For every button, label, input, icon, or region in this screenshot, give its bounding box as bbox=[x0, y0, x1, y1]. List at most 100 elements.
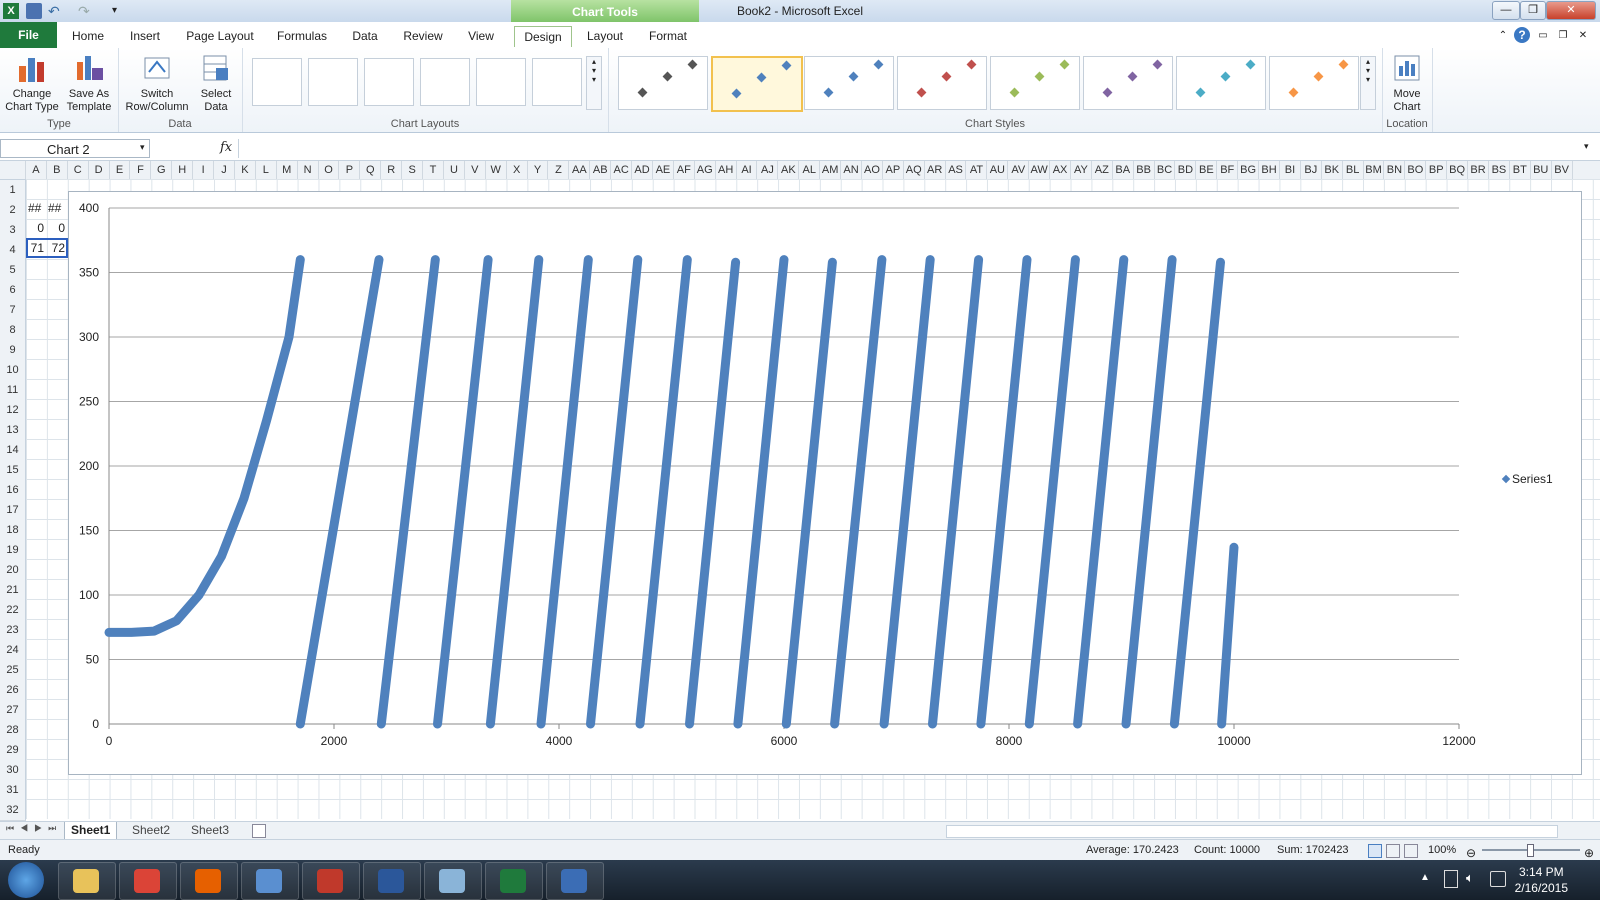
taskbar-notepad-button[interactable] bbox=[424, 862, 482, 900]
layout-thumb-3[interactable] bbox=[364, 58, 414, 106]
layouts-gallery-scroll[interactable]: ▴ ▾ ▾ bbox=[586, 56, 602, 110]
row-header[interactable]: 18 bbox=[0, 520, 26, 541]
formula-input[interactable] bbox=[238, 139, 1579, 158]
taskbar-chrome-button[interactable] bbox=[119, 862, 177, 900]
column-header[interactable]: G bbox=[151, 161, 173, 179]
row-header[interactable]: 14 bbox=[0, 440, 26, 461]
column-header[interactable]: AE bbox=[653, 161, 674, 179]
tab-layout[interactable]: Layout bbox=[582, 26, 628, 46]
tab-data[interactable]: Data bbox=[348, 26, 382, 46]
column-header[interactable]: X bbox=[507, 161, 528, 179]
column-header[interactable]: A bbox=[26, 161, 47, 179]
column-header[interactable]: C bbox=[68, 161, 89, 179]
row-header[interactable]: 9 bbox=[0, 340, 26, 361]
row-header[interactable]: 27 bbox=[0, 700, 26, 721]
chart-style-thumb[interactable] bbox=[711, 56, 803, 112]
taskbar-explorer-button[interactable] bbox=[58, 862, 116, 900]
column-header[interactable]: AL bbox=[799, 161, 821, 179]
show-hidden-icons[interactable]: ▲ bbox=[1420, 872, 1430, 883]
layout-thumb-4[interactable] bbox=[420, 58, 470, 106]
column-header[interactable]: K bbox=[235, 161, 256, 179]
restore-button[interactable]: ❐ bbox=[1520, 1, 1546, 20]
column-header[interactable]: AJ bbox=[758, 161, 779, 179]
workbook-minimize-icon[interactable]: ▭ bbox=[1536, 26, 1550, 46]
column-header[interactable]: AH bbox=[716, 161, 737, 179]
layout-thumb-5[interactable] bbox=[476, 58, 526, 106]
chart-style-thumb[interactable] bbox=[804, 56, 894, 110]
column-header[interactable]: BB bbox=[1134, 161, 1155, 179]
sheet-tab-sheet3[interactable]: Sheet3 bbox=[185, 822, 235, 839]
workbook-restore-icon[interactable]: ❐ bbox=[1556, 26, 1570, 46]
select-data-button[interactable]: Select Data bbox=[194, 52, 238, 114]
layout-thumb-6[interactable] bbox=[532, 58, 582, 106]
column-header[interactable]: AT bbox=[967, 161, 988, 179]
row-header[interactable]: 21 bbox=[0, 580, 26, 601]
tab-insert[interactable]: Insert bbox=[124, 26, 166, 46]
column-header[interactable]: BV bbox=[1552, 161, 1573, 179]
row-header[interactable]: 17 bbox=[0, 500, 26, 521]
column-header[interactable]: U bbox=[444, 161, 465, 179]
row-header[interactable]: 25 bbox=[0, 660, 26, 681]
column-header[interactable]: BS bbox=[1489, 161, 1510, 179]
row-header[interactable]: 29 bbox=[0, 740, 26, 761]
column-header[interactable]: AB bbox=[590, 161, 612, 179]
tab-formulas[interactable]: Formulas bbox=[274, 26, 330, 46]
column-header[interactable]: AZ bbox=[1092, 161, 1113, 179]
row-header[interactable]: 20 bbox=[0, 560, 26, 581]
row-header[interactable]: 32 bbox=[0, 800, 26, 821]
taskbar-clock[interactable]: 3:14 PM 2/16/2015 bbox=[1515, 864, 1568, 896]
column-header[interactable]: AC bbox=[611, 161, 633, 179]
row-header[interactable]: 31 bbox=[0, 780, 26, 801]
column-header[interactable]: AS bbox=[946, 161, 967, 179]
row-header[interactable]: 6 bbox=[0, 280, 26, 301]
row-header[interactable]: 12 bbox=[0, 400, 26, 421]
column-header[interactable]: F bbox=[131, 161, 152, 179]
layout-thumb-1[interactable] bbox=[252, 58, 302, 106]
column-header[interactable]: H bbox=[172, 161, 194, 179]
taskbar-firefox-button[interactable] bbox=[180, 862, 238, 900]
zoom-slider-thumb[interactable] bbox=[1527, 844, 1534, 857]
cell-a3[interactable]: 0 bbox=[26, 221, 44, 235]
help-icon[interactable]: ? bbox=[1514, 27, 1530, 43]
row-header[interactable]: 16 bbox=[0, 480, 26, 501]
name-box-dropdown-icon[interactable]: ▾ bbox=[140, 142, 145, 153]
column-header[interactable]: BH bbox=[1259, 161, 1280, 179]
zoom-level[interactable]: 100% bbox=[1428, 840, 1456, 860]
chart-style-thumb[interactable] bbox=[1269, 56, 1359, 110]
column-header[interactable]: AP bbox=[883, 161, 904, 179]
column-header[interactable]: AW bbox=[1029, 161, 1051, 179]
chart-style-thumb[interactable] bbox=[897, 56, 987, 110]
chart-style-thumb[interactable] bbox=[618, 56, 708, 110]
row-header[interactable]: 7 bbox=[0, 300, 26, 321]
column-header[interactable]: V bbox=[465, 161, 486, 179]
column-header[interactable]: R bbox=[381, 161, 403, 179]
column-header[interactable]: O bbox=[319, 161, 340, 179]
column-header[interactable]: BD bbox=[1176, 161, 1197, 179]
column-header[interactable]: Q bbox=[360, 161, 382, 179]
page-layout-view-icon[interactable] bbox=[1386, 844, 1400, 858]
row-header[interactable]: 23 bbox=[0, 620, 26, 641]
column-header[interactable]: BP bbox=[1426, 161, 1448, 179]
cell-a2[interactable]: ## bbox=[28, 201, 46, 215]
column-header[interactable]: AI bbox=[737, 161, 758, 179]
row-header[interactable]: 5 bbox=[0, 260, 26, 281]
column-header[interactable]: BQ bbox=[1447, 161, 1469, 179]
column-header[interactable]: L bbox=[256, 161, 277, 179]
column-header[interactable]: M bbox=[277, 161, 298, 179]
column-header[interactable]: BE bbox=[1196, 161, 1218, 179]
row-header[interactable]: 1 bbox=[0, 180, 26, 201]
column-header[interactable]: BC bbox=[1155, 161, 1176, 179]
column-header[interactable]: E bbox=[110, 161, 131, 179]
column-header[interactable]: AU bbox=[987, 161, 1009, 179]
workbook-close-icon[interactable]: ✕ bbox=[1576, 26, 1590, 46]
action-center-icon[interactable] bbox=[1444, 870, 1458, 888]
row-header[interactable]: 22 bbox=[0, 600, 26, 621]
column-header[interactable]: B bbox=[47, 161, 68, 179]
chart-style-thumb[interactable] bbox=[990, 56, 1080, 110]
column-header[interactable]: N bbox=[298, 161, 319, 179]
sheet-nav-arrows[interactable]: ⏮◀▶⏭ bbox=[6, 823, 62, 834]
chart-style-thumb[interactable] bbox=[1083, 56, 1173, 110]
cell-b3[interactable]: 0 bbox=[47, 221, 65, 235]
row-header[interactable]: 24 bbox=[0, 640, 26, 661]
change-chart-type-button[interactable]: Change Chart Type bbox=[4, 52, 60, 114]
